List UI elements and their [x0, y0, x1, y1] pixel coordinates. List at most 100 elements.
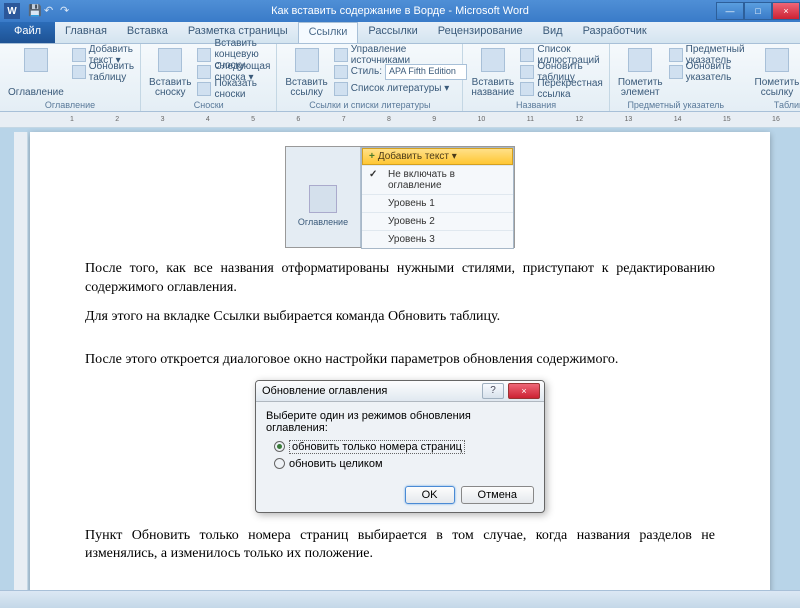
refresh-icon [72, 65, 86, 79]
insert-citation-label: Вставить ссылку [285, 78, 327, 98]
tab-view[interactable]: Вид [533, 22, 573, 43]
group-footnotes-label: Сноски [141, 100, 276, 110]
mark-entry-label: Пометить элемент [618, 78, 663, 98]
footnote-icon [158, 48, 182, 72]
mark-citation-label: Пометить ссылку [755, 78, 800, 98]
refresh-icon [520, 65, 534, 79]
manage-sources-button[interactable]: Управление источниками [332, 46, 469, 63]
insert-footnote-button[interactable]: Вставить сноску [145, 46, 195, 100]
embed-dd-level2: Уровень 2 [362, 212, 513, 230]
group-toc-label: Оглавление [0, 100, 140, 110]
insert-footnote-label: Вставить сноску [149, 78, 191, 98]
embed-dd-header-label: Добавить текст ▾ [378, 151, 457, 162]
title-bar: W 💾 ↶ ↷ Как вставить содержание в Ворде … [0, 0, 800, 22]
crossref-icon [520, 82, 534, 96]
radio-pages-only: обновить только номера страниц [266, 438, 534, 456]
document-area[interactable]: Оглавление AB1 +Добавить текст ▾ Не вклю… [0, 128, 800, 606]
window-title: Как вставить содержание в Ворде - Micros… [271, 5, 529, 17]
insert-caption-button[interactable]: Вставить название [467, 46, 518, 100]
toc-button[interactable]: Оглавление [4, 46, 68, 100]
embed-toc-label: Оглавление [298, 217, 348, 227]
dialog-cancel-button: Отмена [461, 486, 534, 504]
sources-icon [334, 48, 348, 62]
update-toc-label: Обновить таблицу [89, 61, 134, 83]
bibliography-label: Список литературы ▾ [351, 83, 450, 94]
tab-home[interactable]: Главная [55, 22, 117, 43]
group-index: Пометить элемент Предметный указатель Об… [610, 44, 800, 111]
tab-review[interactable]: Рецензирование [428, 22, 533, 43]
insert-citation-button[interactable]: Вставить ссылку [281, 46, 331, 100]
dialog-ok-button: OK [405, 486, 455, 504]
radio-icon [274, 441, 285, 452]
dialog-title-text: Обновление оглавления [262, 385, 387, 397]
style-combo[interactable]: APA Fifth Edition [385, 64, 467, 80]
tab-file[interactable]: Файл [0, 22, 55, 43]
show-icon [197, 82, 211, 96]
page: Оглавление AB1 +Добавить текст ▾ Не вклю… [30, 132, 770, 606]
dialog-close-button: × [508, 383, 540, 399]
figures-icon [520, 48, 534, 62]
update-index-label: Обновить указатель [686, 61, 745, 83]
tab-references[interactable]: Ссылки [298, 22, 359, 43]
tab-insert[interactable]: Вставка [117, 22, 178, 43]
show-notes-label: Показать сноски [214, 78, 270, 100]
toc-button-label: Оглавление [8, 87, 64, 98]
paragraph-1[interactable]: После того, как все названия отформатиро… [85, 260, 715, 298]
group-citations: Вставить ссылку Управление источниками С… [277, 44, 463, 111]
mark-entry-button[interactable]: Пометить элемент [614, 46, 667, 100]
tab-mailings[interactable]: Рассылки [358, 22, 427, 43]
caption-icon [481, 48, 505, 72]
cross-ref-button[interactable]: Перекрестная ссылка [518, 80, 604, 97]
group-toc: Оглавление Добавить текст ▾ Обновить таб… [0, 44, 141, 111]
citation-icon [295, 48, 319, 72]
h-ruler[interactable]: 12345678910111213141516 [0, 112, 800, 128]
qat-redo-icon[interactable]: ↷ [60, 4, 74, 18]
dialog-prompt: Выберите один из режимов обновления огла… [266, 410, 534, 434]
style-label: Стиль: [351, 66, 382, 77]
dialog-help-button: ? [482, 383, 504, 399]
update-toc-button[interactable]: Обновить таблицу [70, 63, 136, 80]
plus-icon [72, 48, 86, 62]
paragraph-2[interactable]: Для этого на вкладке Ссылки выбирается к… [85, 308, 715, 327]
index-icon [669, 48, 683, 62]
cross-ref-label: Перекрестная ссылка [537, 78, 602, 100]
group-captions-label: Названия [463, 100, 608, 110]
embed-toc-panel: Оглавление [286, 147, 361, 247]
endnote-icon [197, 48, 211, 62]
close-button[interactable]: × [772, 2, 800, 20]
mark-citation-button[interactable]: Пометить ссылку [751, 46, 800, 100]
group-captions: Вставить название Список иллюстраций Обн… [463, 44, 609, 111]
maximize-button[interactable]: □ [744, 2, 772, 20]
update-index-button[interactable]: Обновить указатель [667, 63, 747, 80]
next-icon [197, 65, 211, 79]
status-bar [0, 590, 800, 608]
paragraph-3[interactable]: После этого откроется диалоговое окно на… [85, 351, 715, 370]
quick-access-toolbar: 💾 ↶ ↷ [28, 4, 74, 18]
qat-undo-icon[interactable]: ↶ [44, 4, 58, 18]
radio-entire: обновить целиком [266, 456, 534, 472]
embed-dd-level3: Уровень 3 [362, 230, 513, 248]
mark-cite-icon [765, 48, 789, 72]
dialog-buttons: OK Отмена [256, 480, 544, 512]
embed-dropdown: +Добавить текст ▾ Не включать в оглавлен… [361, 147, 514, 249]
refresh-icon [669, 65, 683, 79]
radio-icon [274, 458, 285, 469]
embed-dd-level1: Уровень 1 [362, 194, 513, 212]
bibliography-button[interactable]: Список литературы ▾ [332, 80, 469, 97]
group-footnotes: Вставить сноску Вставить концевую сноску… [141, 44, 277, 111]
style-row: Стиль:APA Fifth Edition [332, 63, 469, 80]
show-notes-button[interactable]: Показать сноски [195, 80, 272, 97]
minimize-button[interactable]: — [716, 2, 744, 20]
embed-dd-header: +Добавить текст ▾ [362, 148, 513, 165]
toc-icon [309, 185, 337, 213]
style-icon [334, 65, 348, 79]
dialog-body: Выберите один из режимов обновления огла… [256, 402, 544, 480]
group-citations-label: Ссылки и списки литературы [277, 100, 462, 110]
paragraph-4[interactable]: Пункт Обновить только номера страниц выб… [85, 527, 715, 565]
toc-icon [24, 48, 48, 72]
v-ruler[interactable] [14, 132, 28, 606]
group-index-label: Предметный указатель [610, 100, 742, 110]
bib-icon [334, 82, 348, 96]
qat-save-icon[interactable]: 💾 [28, 4, 42, 18]
tab-developer[interactable]: Разработчик [573, 22, 657, 43]
